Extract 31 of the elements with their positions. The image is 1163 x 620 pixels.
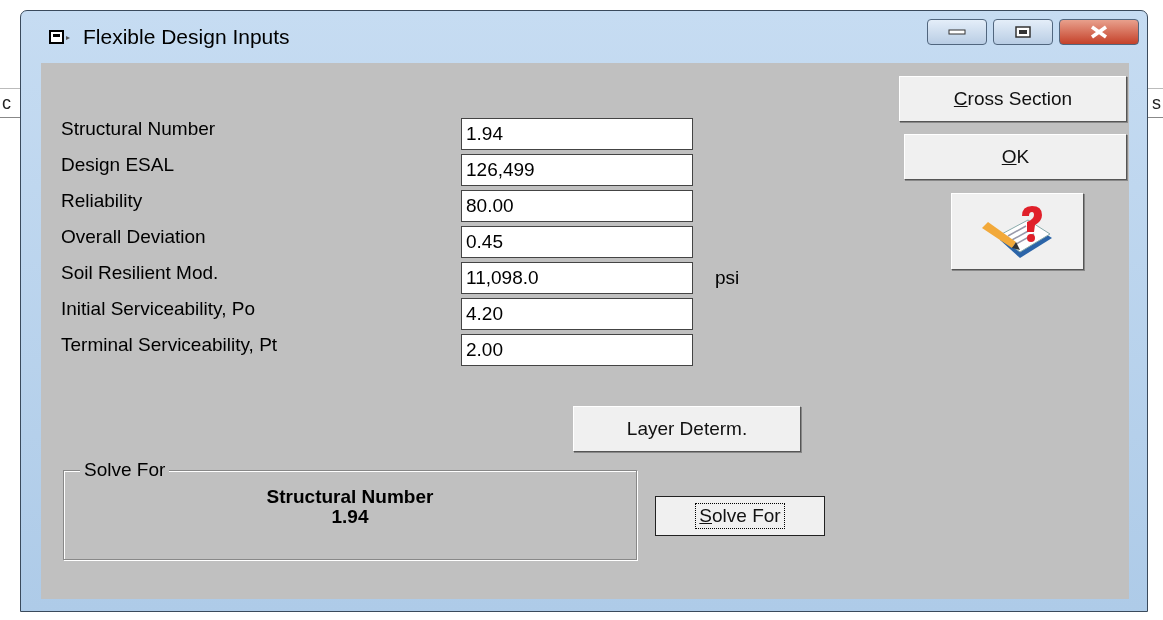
field-label: Initial Serviceability, Po [61,298,256,320]
input-field[interactable]: 0.45 [461,226,693,258]
input-field[interactable]: 80.00 [461,190,693,222]
field-label: Structural Number [61,118,217,140]
window-title: Flexible Design Inputs [83,25,290,49]
solve-result: 1.94 [331,507,369,527]
layer-determ-button[interactable]: Layer Determ. [573,406,801,452]
cross-section-button[interactable]: Cross Section [899,76,1127,122]
field-label: Overall Deviation [61,226,207,248]
close-button[interactable] [1059,19,1139,45]
input-field[interactable]: 2.00 [461,334,693,366]
ok-button[interactable]: OK [904,134,1127,180]
help-button[interactable] [951,193,1084,270]
background-text: c [2,92,11,114]
close-icon [1089,25,1109,39]
input-field[interactable]: 4.20 [461,298,693,330]
input-field[interactable]: 11,098.0 [461,262,693,294]
maximize-button[interactable] [993,19,1053,45]
solve-target: Structural Number [266,487,434,507]
background-text: s [1152,92,1161,114]
unit-label: psi [715,267,741,289]
input-field[interactable]: 126,499 [461,154,693,186]
field-label: Reliability [61,190,144,212]
field-label: Design ESAL [61,154,175,176]
minimize-icon [948,28,966,36]
minimize-button[interactable] [927,19,987,45]
field-label: Soil Resilient Mod. [61,262,220,284]
field-label: Terminal Serviceability, Pt [61,334,279,356]
maximize-icon [1015,26,1031,38]
input-field[interactable]: 1.94 [461,118,693,150]
solve-for-button[interactable]: Solve For [655,496,825,536]
